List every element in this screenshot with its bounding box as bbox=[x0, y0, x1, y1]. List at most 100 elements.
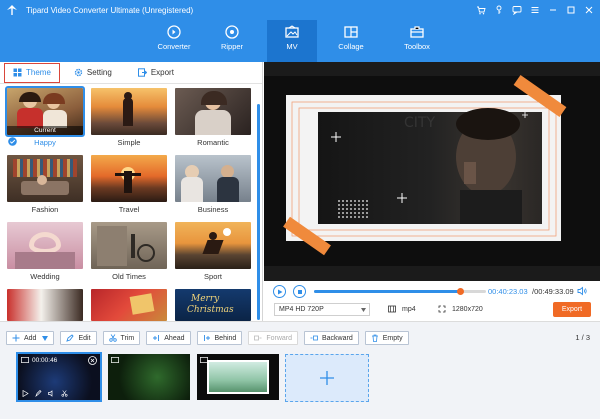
chevron-down-icon[interactable] bbox=[42, 335, 49, 341]
nav-mv[interactable]: MV bbox=[267, 20, 317, 62]
top-bar: Tipard Video Converter Ultimate (Unregis… bbox=[0, 0, 600, 62]
theme-panel: Theme Setting Export Current Happy Simpl… bbox=[0, 62, 263, 321]
close-icon[interactable] bbox=[582, 3, 596, 17]
app-title: Tipard Video Converter Ultimate (Unregis… bbox=[26, 5, 194, 15]
nav-converter[interactable]: Converter bbox=[149, 20, 199, 62]
edit-icon bbox=[66, 334, 75, 342]
theme-old-times[interactable]: Old Times bbox=[91, 222, 167, 289]
nav-ripper[interactable]: Ripper bbox=[207, 20, 257, 62]
maximize-icon[interactable] bbox=[564, 3, 578, 17]
add-clip-button[interactable] bbox=[285, 354, 369, 402]
progress-knob[interactable] bbox=[456, 288, 464, 295]
gear-icon bbox=[74, 68, 83, 77]
theme-label: Travel bbox=[118, 205, 140, 214]
play-icon bbox=[277, 289, 282, 294]
timeline-area: Add Edit Trim Ahead Behind Forward Backw… bbox=[0, 321, 600, 419]
ahead-icon bbox=[153, 335, 160, 341]
theme-thumbnail bbox=[175, 222, 251, 269]
resize-icon bbox=[438, 305, 446, 313]
plus-icon bbox=[12, 334, 20, 342]
theme-thumbnail: Merry Christmas bbox=[175, 289, 251, 321]
theme-thumbnail bbox=[175, 88, 251, 135]
theme-romantic[interactable]: Romantic bbox=[175, 88, 251, 155]
clip-item[interactable] bbox=[108, 354, 190, 400]
plus-icon bbox=[320, 371, 334, 385]
preview-frame: CITY bbox=[264, 62, 600, 281]
video-preview: CITY bbox=[264, 62, 600, 281]
tab-export[interactable]: Export bbox=[130, 63, 182, 83]
check-icon bbox=[8, 137, 17, 146]
volume-icon[interactable] bbox=[48, 390, 55, 397]
christmas-text-2: Christmas bbox=[187, 305, 234, 315]
theme-label: Sport bbox=[204, 272, 222, 281]
close-icon[interactable] bbox=[88, 356, 97, 365]
key-icon[interactable] bbox=[492, 3, 506, 17]
mv-icon bbox=[285, 25, 299, 38]
stop-icon bbox=[297, 289, 302, 294]
tab-setting[interactable]: Setting bbox=[66, 63, 120, 83]
clip-item[interactable] bbox=[197, 354, 279, 400]
current-badge: Current bbox=[7, 126, 83, 135]
export-icon bbox=[137, 68, 147, 77]
clip-item[interactable]: 00:00:46 bbox=[16, 352, 102, 402]
volume-icon[interactable] bbox=[577, 286, 587, 296]
play-icon[interactable] bbox=[22, 390, 29, 397]
theme-business[interactable]: Business bbox=[175, 155, 251, 222]
current-time: 00:40:23.03 bbox=[488, 287, 528, 296]
progress-slider[interactable] bbox=[314, 288, 486, 295]
theme-happy[interactable]: Current Happy bbox=[5, 86, 85, 155]
menu-icon[interactable] bbox=[528, 3, 542, 17]
theme-label: Romantic bbox=[197, 138, 229, 147]
film-icon bbox=[111, 357, 119, 363]
scissors-icon bbox=[108, 334, 117, 342]
ahead-button[interactable]: Ahead bbox=[146, 331, 191, 345]
total-time: /00:49:33.09 bbox=[532, 287, 574, 296]
theme-thumbnail bbox=[91, 222, 167, 269]
nav-toolbox[interactable]: Toolbox bbox=[392, 20, 442, 62]
forward-button[interactable]: Forward bbox=[248, 331, 298, 345]
trash-icon bbox=[371, 334, 378, 342]
theme-label: Business bbox=[197, 205, 229, 214]
window-controls bbox=[474, 3, 596, 17]
edit-icon[interactable] bbox=[35, 390, 42, 397]
app-logo-icon bbox=[7, 5, 17, 15]
ripper-icon bbox=[225, 25, 239, 39]
clip-controls bbox=[22, 390, 68, 397]
add-button[interactable]: Add bbox=[6, 331, 55, 345]
backward-button[interactable]: Backward bbox=[304, 331, 359, 345]
theme-fashion[interactable]: Fashion bbox=[7, 155, 83, 222]
edit-button[interactable]: Edit bbox=[60, 331, 97, 345]
christmas-text-1: Merry bbox=[191, 294, 220, 304]
main-nav: Converter Ripper MV Collage Toolbox bbox=[0, 20, 600, 62]
theme-simple[interactable]: Simple bbox=[91, 88, 167, 155]
theme-thumbnail bbox=[175, 155, 251, 202]
chat-icon[interactable] bbox=[510, 3, 524, 17]
export-button[interactable]: Export bbox=[553, 302, 591, 317]
stop-button[interactable] bbox=[293, 285, 306, 298]
theme-label: Wedding bbox=[30, 272, 60, 281]
theme-wedding[interactable]: Wedding bbox=[7, 222, 83, 289]
theme-travel[interactable]: Travel bbox=[91, 155, 167, 222]
nav-collage[interactable]: Collage bbox=[326, 20, 376, 62]
theme-label: Old Times bbox=[112, 272, 146, 281]
format-select[interactable]: MP4 HD 720P bbox=[274, 303, 370, 316]
minimize-icon[interactable] bbox=[546, 3, 560, 17]
chevron-down-icon bbox=[361, 308, 366, 312]
container-info: mp4 bbox=[388, 305, 416, 313]
grid-icon bbox=[13, 68, 22, 77]
cart-icon[interactable] bbox=[474, 3, 488, 17]
forward-icon bbox=[254, 335, 262, 341]
empty-button[interactable]: Empty bbox=[364, 331, 409, 345]
tab-theme[interactable]: Theme bbox=[4, 62, 60, 83]
film-icon bbox=[388, 305, 396, 313]
theme-scrollbar[interactable] bbox=[256, 84, 261, 321]
theme-sport[interactable]: Sport bbox=[175, 222, 251, 289]
theme-thumbnail bbox=[7, 155, 83, 202]
trim-button[interactable]: Trim bbox=[102, 331, 141, 345]
behind-button[interactable]: Behind bbox=[196, 331, 243, 345]
theme-label: Fashion bbox=[31, 205, 59, 214]
scissors-icon[interactable] bbox=[61, 390, 68, 397]
clip-toolbar: Add Edit Trim Ahead Behind Forward Backw… bbox=[6, 331, 409, 345]
film-icon bbox=[200, 357, 208, 363]
play-button[interactable] bbox=[273, 285, 286, 298]
